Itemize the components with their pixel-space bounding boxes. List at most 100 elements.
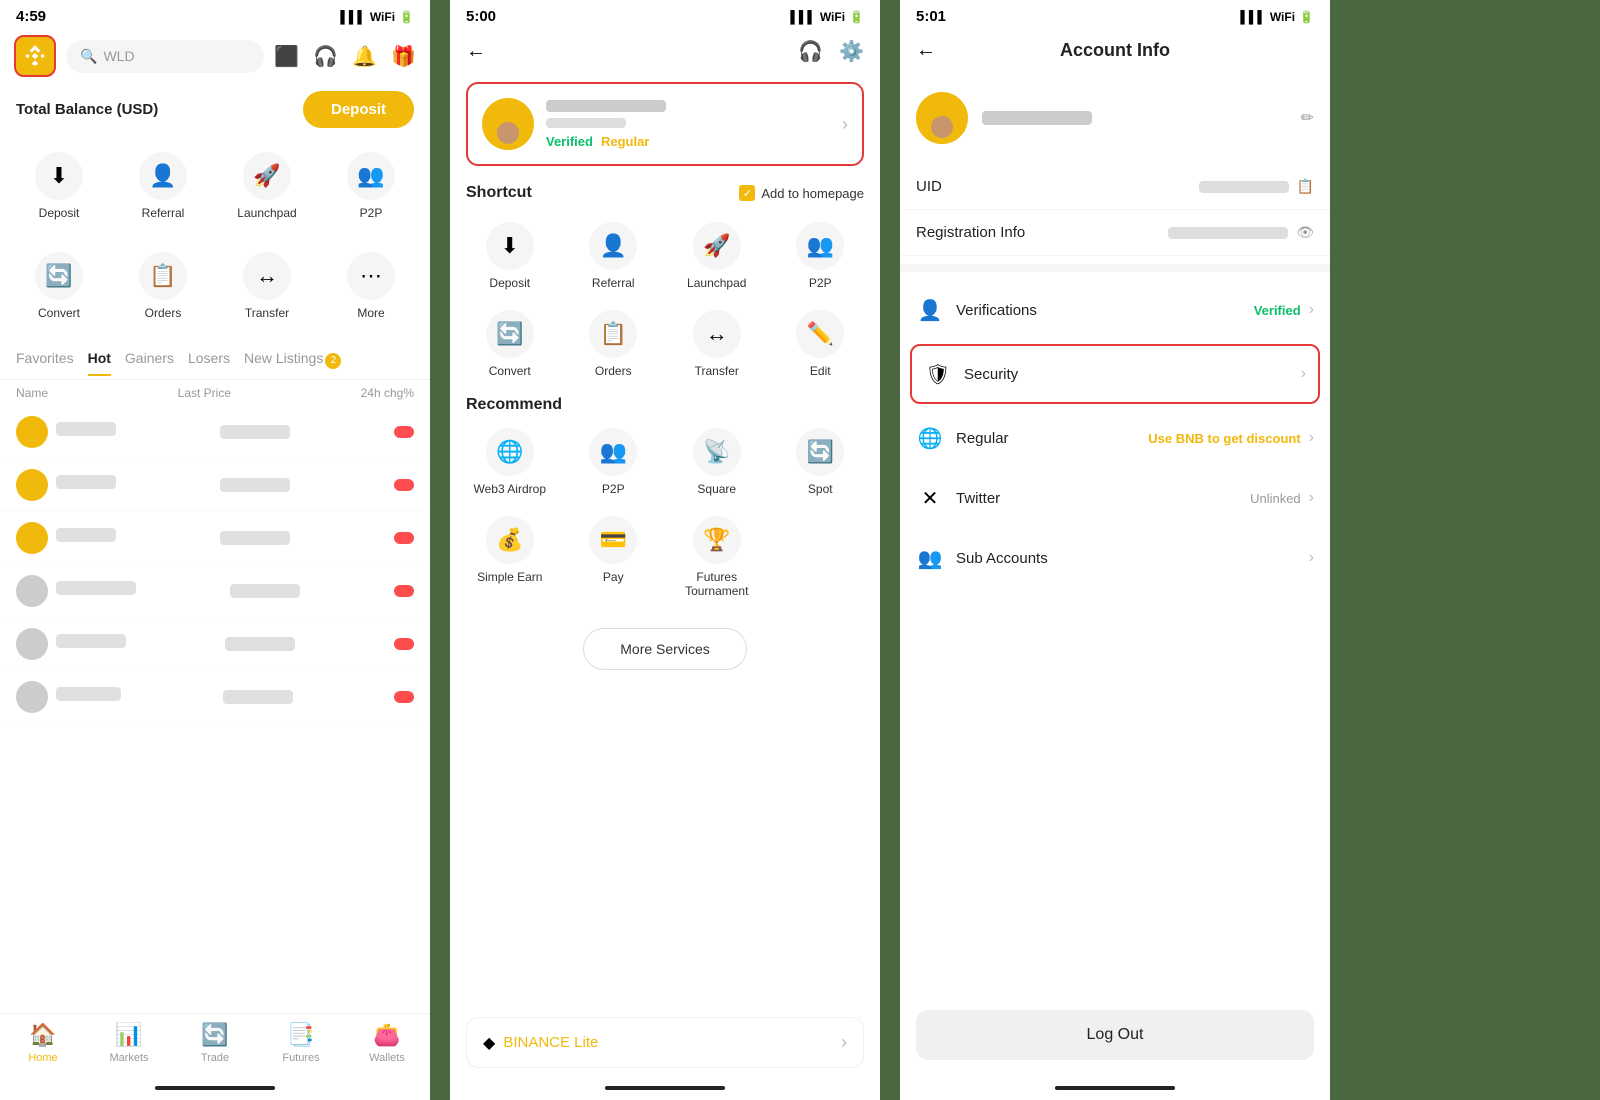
rec-spot[interactable]: 🔄 Spot xyxy=(771,420,871,504)
search-bar[interactable]: 🔍 WLD xyxy=(66,40,264,73)
tab-gainers[interactable]: Gainers xyxy=(125,344,174,375)
recommend-section: Recommend 🌐 Web3 Airdrop 👥 P2P 📡 Square … xyxy=(450,392,880,612)
transfer-action[interactable]: ↔ Transfer xyxy=(218,244,316,328)
trade-icon: 🔄 xyxy=(201,1022,228,1048)
twitter-value: Unlinked xyxy=(1250,491,1301,506)
shortcut-p2p[interactable]: 👥 P2P xyxy=(771,214,871,298)
table-row[interactable] xyxy=(0,512,430,565)
nav-markets[interactable]: 📊 Markets xyxy=(86,1022,172,1064)
divider-1 xyxy=(430,0,450,1100)
gift-icon[interactable]: 🎁 xyxy=(391,44,416,69)
nav-trade[interactable]: 🔄 Trade xyxy=(172,1022,258,1064)
shortcut-transfer[interactable]: ↔ Transfer xyxy=(667,302,767,386)
p2p-icon: 👥 xyxy=(347,152,395,200)
rec-futures[interactable]: 🏆 Futures Tournament xyxy=(667,508,767,606)
shortcut-orders[interactable]: 📋 Orders xyxy=(564,302,664,386)
shortcut-referral-icon: 👤 xyxy=(589,222,637,270)
eye-icon[interactable]: 👁 xyxy=(1296,224,1314,241)
shortcut-referral[interactable]: 👤 Referral xyxy=(564,214,664,298)
twitter-row[interactable]: ✕ Twitter Unlinked › xyxy=(900,468,1330,528)
deposit-icon: ⬇ xyxy=(35,152,83,200)
bell-icon[interactable]: 🔔 xyxy=(352,44,377,69)
logout-button[interactable]: Log Out xyxy=(916,1010,1314,1060)
table-row[interactable] xyxy=(0,671,430,724)
security-row[interactable]: 🛡 Security › xyxy=(910,344,1320,404)
rec-futures-label: Futures Tournament xyxy=(671,570,763,598)
chevron-twitter: › xyxy=(1309,489,1314,507)
rec-futures-icon: 🏆 xyxy=(693,516,741,564)
referral-action[interactable]: 👤 Referral xyxy=(114,144,212,228)
deposit-action[interactable]: ⬇ Deposit xyxy=(10,144,108,228)
more-icon: ⋯ xyxy=(347,252,395,300)
shortcut-edit[interactable]: ✏️ Edit xyxy=(771,302,871,386)
shortcut-transfer-label: Transfer xyxy=(695,364,739,378)
add-homepage-toggle[interactable]: ✓ Add to homepage xyxy=(739,185,864,201)
more-services-button[interactable]: More Services xyxy=(583,628,746,670)
nav-futures[interactable]: 📑 Futures xyxy=(258,1022,344,1064)
headset-icon-2[interactable]: 🎧 xyxy=(798,39,823,64)
home-indicator-3 xyxy=(900,1080,1330,1100)
bottom-nav: 🏠 Home 📊 Markets 🔄 Trade 📑 Futures 👛 Wal… xyxy=(0,1013,430,1080)
copy-uid-icon[interactable]: 📋 xyxy=(1297,178,1314,195)
table-row[interactable] xyxy=(0,406,430,459)
coin-price xyxy=(230,584,300,598)
more-action[interactable]: ⋯ More xyxy=(322,244,420,328)
shortcut-launchpad-label: Launchpad xyxy=(687,276,746,290)
back-icon-3[interactable]: ← xyxy=(916,39,936,62)
table-row[interactable] xyxy=(0,618,430,671)
col-last-price: Last Price xyxy=(178,386,231,400)
back-icon-2[interactable]: ← xyxy=(466,40,486,63)
status-bar-3: 5:01 ▌▌▌ WiFi 🔋 xyxy=(900,0,1330,29)
rec-square-label: Square xyxy=(697,482,736,496)
tab-favorites[interactable]: Favorites xyxy=(16,344,74,375)
rec-pay-icon: 💳 xyxy=(589,516,637,564)
p2p-action[interactable]: 👥 P2P xyxy=(322,144,420,228)
shortcut-launchpad[interactable]: 🚀 Launchpad xyxy=(667,214,767,298)
profile-badges: Verified Regular xyxy=(546,134,830,149)
nav-home-label: Home xyxy=(28,1052,57,1064)
rec-earn[interactable]: 💰 Simple Earn xyxy=(460,508,560,606)
tab-new-listings[interactable]: New Listings2 xyxy=(244,344,341,375)
verifications-row[interactable]: 👤 Verifications Verified › xyxy=(900,280,1330,340)
wifi-icon-2: WiFi xyxy=(820,10,845,24)
table-row[interactable] xyxy=(0,459,430,512)
rec-square[interactable]: 📡 Square xyxy=(667,420,767,504)
shortcut-convert[interactable]: 🔄 Convert xyxy=(460,302,560,386)
rec-pay[interactable]: 💳 Pay xyxy=(564,508,664,606)
nav-wallets[interactable]: 👛 Wallets xyxy=(344,1022,430,1064)
market-list xyxy=(0,406,430,724)
signal-icon-3: ▌▌▌ xyxy=(1240,10,1266,24)
launchpad-action[interactable]: 🚀 Launchpad xyxy=(218,144,316,228)
table-row[interactable] xyxy=(0,565,430,618)
search-placeholder: WLD xyxy=(103,48,134,64)
orders-action[interactable]: 📋 Orders xyxy=(114,244,212,328)
rec-p2p[interactable]: 👥 P2P xyxy=(564,420,664,504)
nav-home[interactable]: 🏠 Home xyxy=(0,1022,86,1064)
tab-hot[interactable]: Hot xyxy=(88,344,111,375)
shortcut-transfer-icon: ↔ xyxy=(693,310,741,358)
shortcut-deposit-label: Deposit xyxy=(489,276,530,290)
sub-accounts-row[interactable]: 👥 Sub Accounts › xyxy=(900,528,1330,588)
shortcut-p2p-icon: 👥 xyxy=(796,222,844,270)
col-change: 24h chg% xyxy=(361,386,414,400)
nav-trade-label: Trade xyxy=(201,1052,229,1064)
tab-losers[interactable]: Losers xyxy=(188,344,230,375)
shortcut-deposit-icon: ⬇ xyxy=(486,222,534,270)
col-name: Name xyxy=(16,386,48,400)
regular-right: Use BNB to get discount › xyxy=(1148,429,1314,447)
regular-row[interactable]: 🌐 Regular Use BNB to get discount › xyxy=(900,408,1330,468)
headset-icon[interactable]: 🎧 xyxy=(313,44,338,69)
convert-action[interactable]: 🔄 Convert xyxy=(10,244,108,328)
binance-lite-label: BINANCE Lite xyxy=(503,1034,598,1051)
regular-badge: Regular xyxy=(601,134,649,149)
rec-web3[interactable]: 🌐 Web3 Airdrop xyxy=(460,420,560,504)
binance-lite-bar[interactable]: ◆ BINANCE Lite › xyxy=(466,1017,864,1068)
shortcut-deposit[interactable]: ⬇ Deposit xyxy=(460,214,560,298)
deposit-button[interactable]: Deposit xyxy=(303,91,414,128)
scan-icon[interactable]: ⬛ xyxy=(274,44,299,69)
profile-card[interactable]: Verified Regular › xyxy=(466,82,864,166)
edit-profile-icon[interactable]: ✏ xyxy=(1301,108,1314,128)
regular-icon: 🌐 xyxy=(916,424,944,452)
settings-icon[interactable]: ⚙️ xyxy=(839,39,864,64)
binance-logo[interactable] xyxy=(14,35,56,77)
